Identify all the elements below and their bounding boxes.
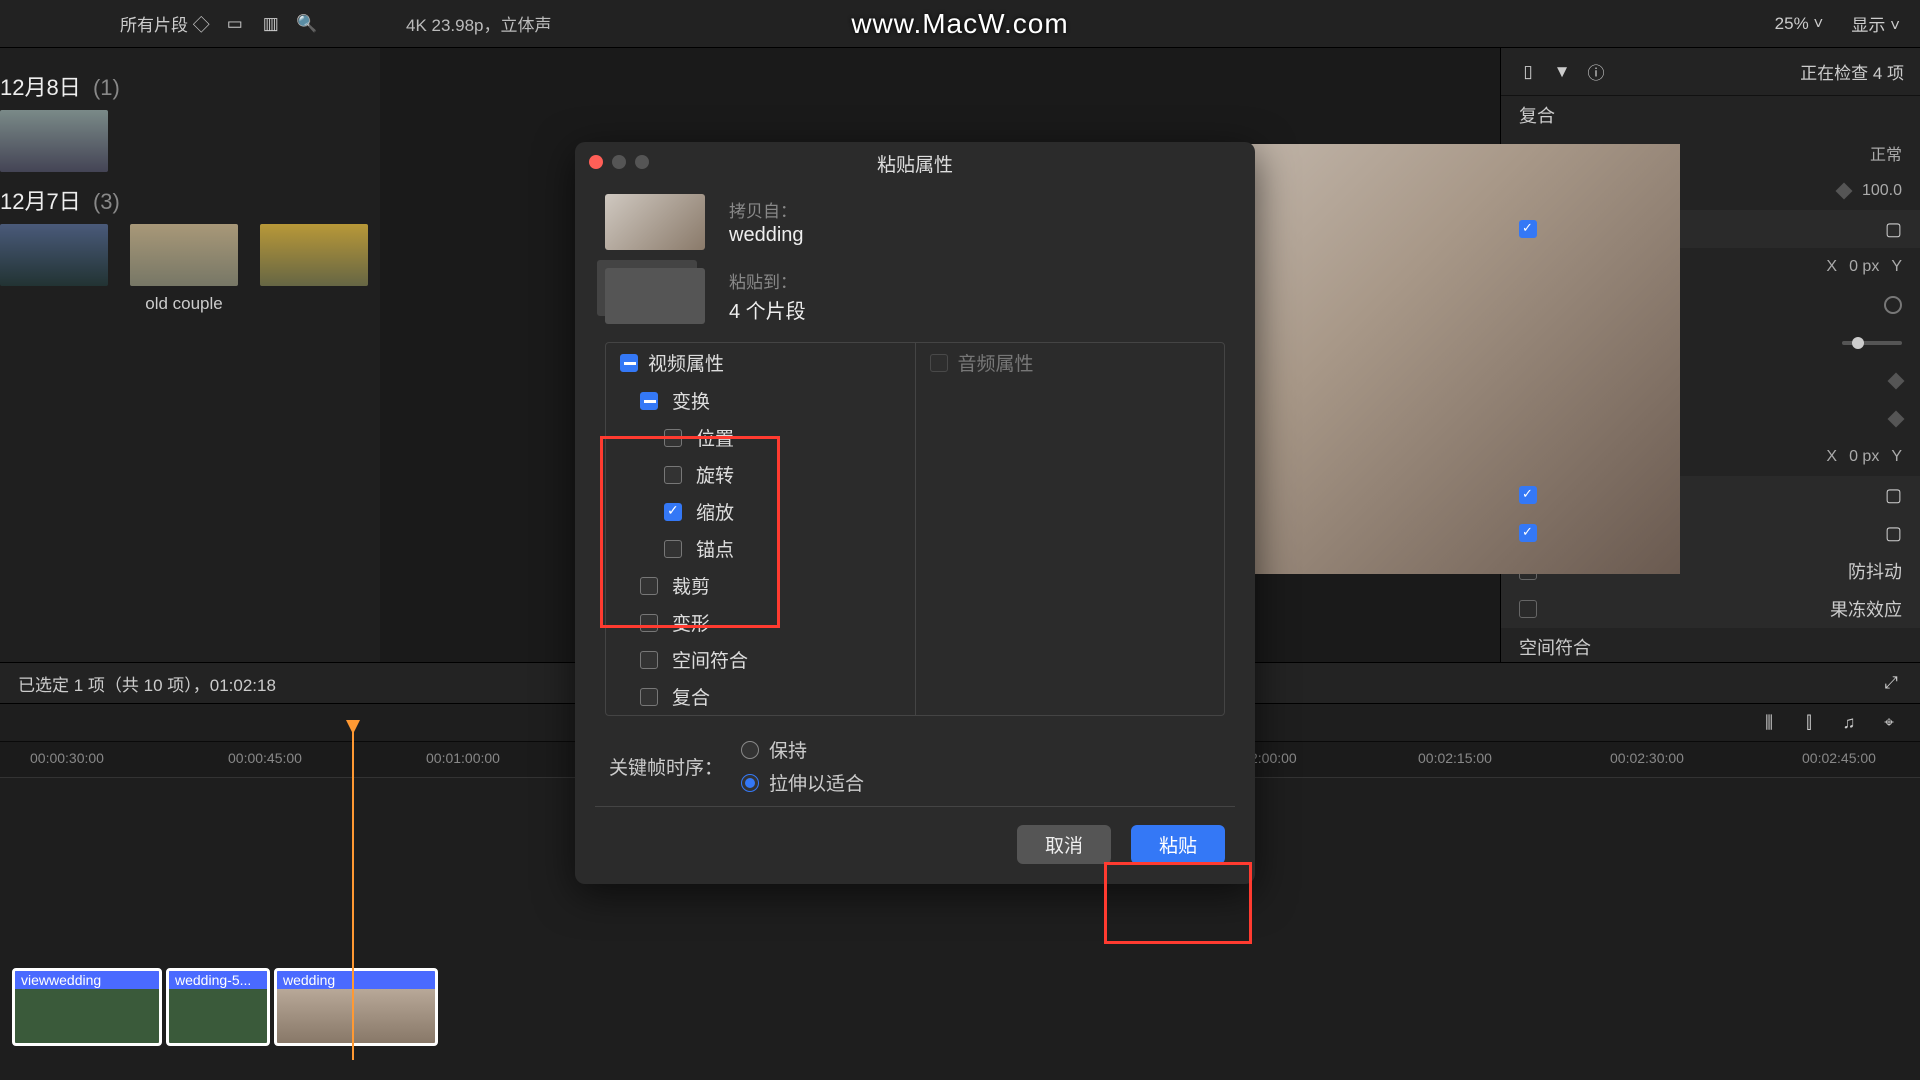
- row-compound: 复合: [1519, 102, 1555, 128]
- video-attr-checkbox[interactable]: [620, 354, 638, 372]
- video-tab-icon[interactable]: ▯: [1517, 61, 1539, 83]
- dialog-title: 粘贴属性: [877, 150, 953, 177]
- position-checkbox[interactable]: [664, 429, 682, 447]
- minimize-window-icon: [612, 155, 626, 169]
- list-view-icon[interactable]: ▥: [260, 13, 282, 35]
- attr-transform[interactable]: 变换: [672, 387, 710, 414]
- paste-attributes-dialog: 粘贴属性 拷贝自： wedding 粘贴到： 4 个片段 视频属性 变换 位置 …: [575, 142, 1255, 884]
- attr-anchor[interactable]: 锚点: [696, 535, 734, 562]
- paste-button[interactable]: 粘贴: [1131, 825, 1225, 864]
- inspector-status: 正在检查 4 项: [1800, 59, 1904, 84]
- scale-checkbox[interactable]: [664, 503, 682, 521]
- ruler-tick: 00:00:45:00: [228, 750, 302, 766]
- ruler-tick: 2:00:00: [1250, 750, 1297, 766]
- rotation-checkbox[interactable]: [664, 466, 682, 484]
- keyframe-keep-label[interactable]: 保持: [769, 736, 807, 763]
- crop-checkbox[interactable]: [1519, 486, 1537, 504]
- row-stabilize[interactable]: 防抖动: [1848, 558, 1902, 584]
- cancel-button[interactable]: 取消: [1017, 825, 1111, 864]
- crop-checkbox[interactable]: [640, 577, 658, 595]
- attr-distort[interactable]: 变形: [672, 609, 710, 636]
- clip-thumbnail[interactable]: old couple: [130, 224, 238, 314]
- copy-from-thumbnail: [605, 194, 705, 250]
- filmstrip-icon[interactable]: ▭: [224, 13, 246, 35]
- clip-label: old couple: [130, 294, 238, 314]
- skimming-icon[interactable]: ⫼: [1758, 712, 1780, 734]
- keyframe-stretch-radio[interactable]: [741, 774, 759, 792]
- clip-thumbnail[interactable]: [0, 224, 108, 314]
- date-group-header[interactable]: 12月8日 (1): [0, 58, 380, 110]
- attr-scale[interactable]: 缩放: [696, 498, 734, 525]
- distort-checkbox[interactable]: [640, 614, 658, 632]
- attr-compound[interactable]: 复合: [672, 683, 710, 710]
- watermark-text: www.MacW.com: [851, 8, 1068, 41]
- row-spatial[interactable]: 空间符合: [1519, 634, 1591, 660]
- fullscreen-icon[interactable]: ⤢: [1880, 672, 1902, 694]
- keyframe-timing-label: 关键帧时序：: [609, 753, 723, 780]
- zoom-dropdown[interactable]: 25% ˅: [1775, 14, 1824, 34]
- timeline-clip[interactable]: wedding-5...: [166, 968, 270, 1046]
- keyframe-icon[interactable]: [1888, 373, 1905, 390]
- anchor-checkbox[interactable]: [664, 540, 682, 558]
- scale-slider[interactable]: [1842, 341, 1902, 345]
- audio-attr-checkbox[interactable]: [930, 354, 948, 372]
- all-clips-dropdown[interactable]: 所有片段 ◇: [120, 11, 210, 36]
- audio-skimming-icon[interactable]: ⫿: [1798, 712, 1820, 734]
- playhead[interactable]: [352, 720, 354, 1060]
- date-group-header[interactable]: 12月7日 (3): [0, 172, 380, 224]
- keyframe-keep-radio[interactable]: [741, 741, 759, 759]
- keyframe-icon[interactable]: [1888, 411, 1905, 428]
- attr-position[interactable]: 位置: [696, 424, 734, 451]
- transform-checkbox[interactable]: [1519, 220, 1537, 238]
- attr-crop[interactable]: 裁剪: [672, 572, 710, 599]
- format-label: 4K 23.98p，立体声: [406, 11, 552, 36]
- paste-to-thumbnail: [605, 268, 705, 324]
- timeline-clip[interactable]: viewwedding: [12, 968, 162, 1046]
- search-icon[interactable]: 🔍: [296, 13, 318, 35]
- copy-from-value: wedding: [729, 224, 804, 247]
- audio-attr-header: 音频属性: [958, 349, 1034, 376]
- copy-from-label: 拷贝自：: [729, 197, 804, 222]
- transform-checkbox[interactable]: [640, 392, 658, 410]
- compound-checkbox[interactable]: [640, 688, 658, 706]
- zoom-window-icon: [635, 155, 649, 169]
- ruler-tick: 00:02:30:00: [1610, 750, 1684, 766]
- ruler-tick: 00:00:30:00: [30, 750, 104, 766]
- paste-to-label: 粘贴到：: [729, 268, 806, 293]
- attr-rotation[interactable]: 旋转: [696, 461, 734, 488]
- clip-browser: 12月8日 (1) 12月7日 (3) old couple: [0, 48, 380, 662]
- ruler-tick: 00:02:45:00: [1802, 750, 1876, 766]
- paste-to-value: 4 个片段: [729, 295, 806, 324]
- attr-spatial[interactable]: 空间符合: [672, 646, 748, 673]
- timeline-clip[interactable]: wedding: [274, 968, 438, 1046]
- row-rolling[interactable]: 果冻效应: [1830, 596, 1902, 622]
- rotation-dial-icon[interactable]: [1884, 296, 1902, 314]
- rolling-checkbox[interactable]: [1519, 600, 1537, 618]
- ruler-tick: 00:01:00:00: [426, 750, 500, 766]
- info-tab-icon[interactable]: ⓘ: [1585, 61, 1607, 83]
- close-window-icon[interactable]: [589, 155, 603, 169]
- snapping-icon[interactable]: ⌖: [1878, 712, 1900, 734]
- ruler-tick: 00:02:15:00: [1418, 750, 1492, 766]
- spatial-checkbox[interactable]: [640, 651, 658, 669]
- filter-tab-icon[interactable]: ▼: [1551, 61, 1573, 83]
- solo-icon[interactable]: ♫: [1838, 712, 1860, 734]
- keyframe-icon[interactable]: [1835, 183, 1852, 200]
- video-attr-header: 视频属性: [648, 349, 724, 376]
- display-dropdown[interactable]: 显示 ˅: [1851, 11, 1900, 36]
- clip-thumbnail[interactable]: [260, 224, 368, 314]
- distort-checkbox[interactable]: [1519, 524, 1537, 542]
- clip-thumbnail[interactable]: [0, 110, 108, 172]
- keyframe-stretch-label[interactable]: 拉伸以适合: [769, 769, 864, 796]
